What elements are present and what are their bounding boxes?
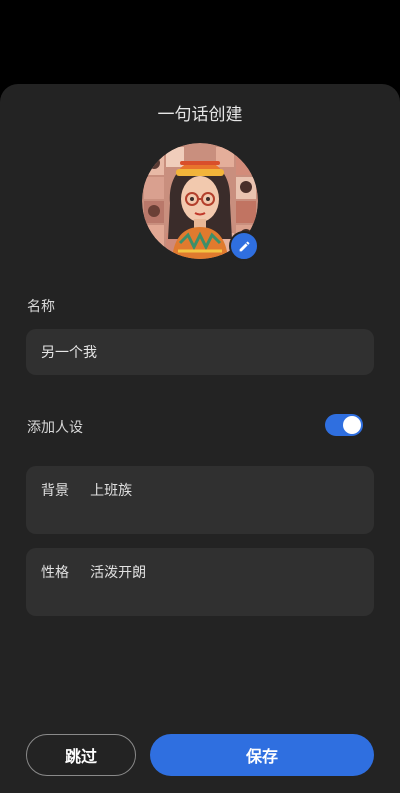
toggle-knob [343,416,361,434]
avatar-container[interactable] [142,143,259,261]
background-value[interactable]: 上班族 [90,483,132,499]
save-button[interactable]: 保存 [150,734,374,776]
personality-value[interactable]: 活泼开朗 [90,565,146,581]
skip-button[interactable]: 跳过 [26,734,136,776]
edit-avatar-button[interactable] [229,231,259,261]
background-key: 背景 [41,483,69,499]
persona-label: 添加人设 [27,420,83,436]
sheet-title: 一句话创建 [157,105,243,125]
personality-key: 性格 [41,565,69,581]
pencil-icon [239,241,249,251]
name-input-value[interactable]: 另一个我 [41,342,97,362]
name-label: 名称 [27,299,55,315]
create-sheet: 一句话创建 名称 另一个我 添加人设 背景 上班族 性格 活泼开朗 跳过 保存 [0,84,400,793]
persona-toggle[interactable] [325,414,363,436]
name-field[interactable]: 另一个我 [26,329,374,375]
background-field[interactable]: 背景 上班族 [26,466,374,534]
personality-field[interactable]: 性格 活泼开朗 [26,548,374,616]
